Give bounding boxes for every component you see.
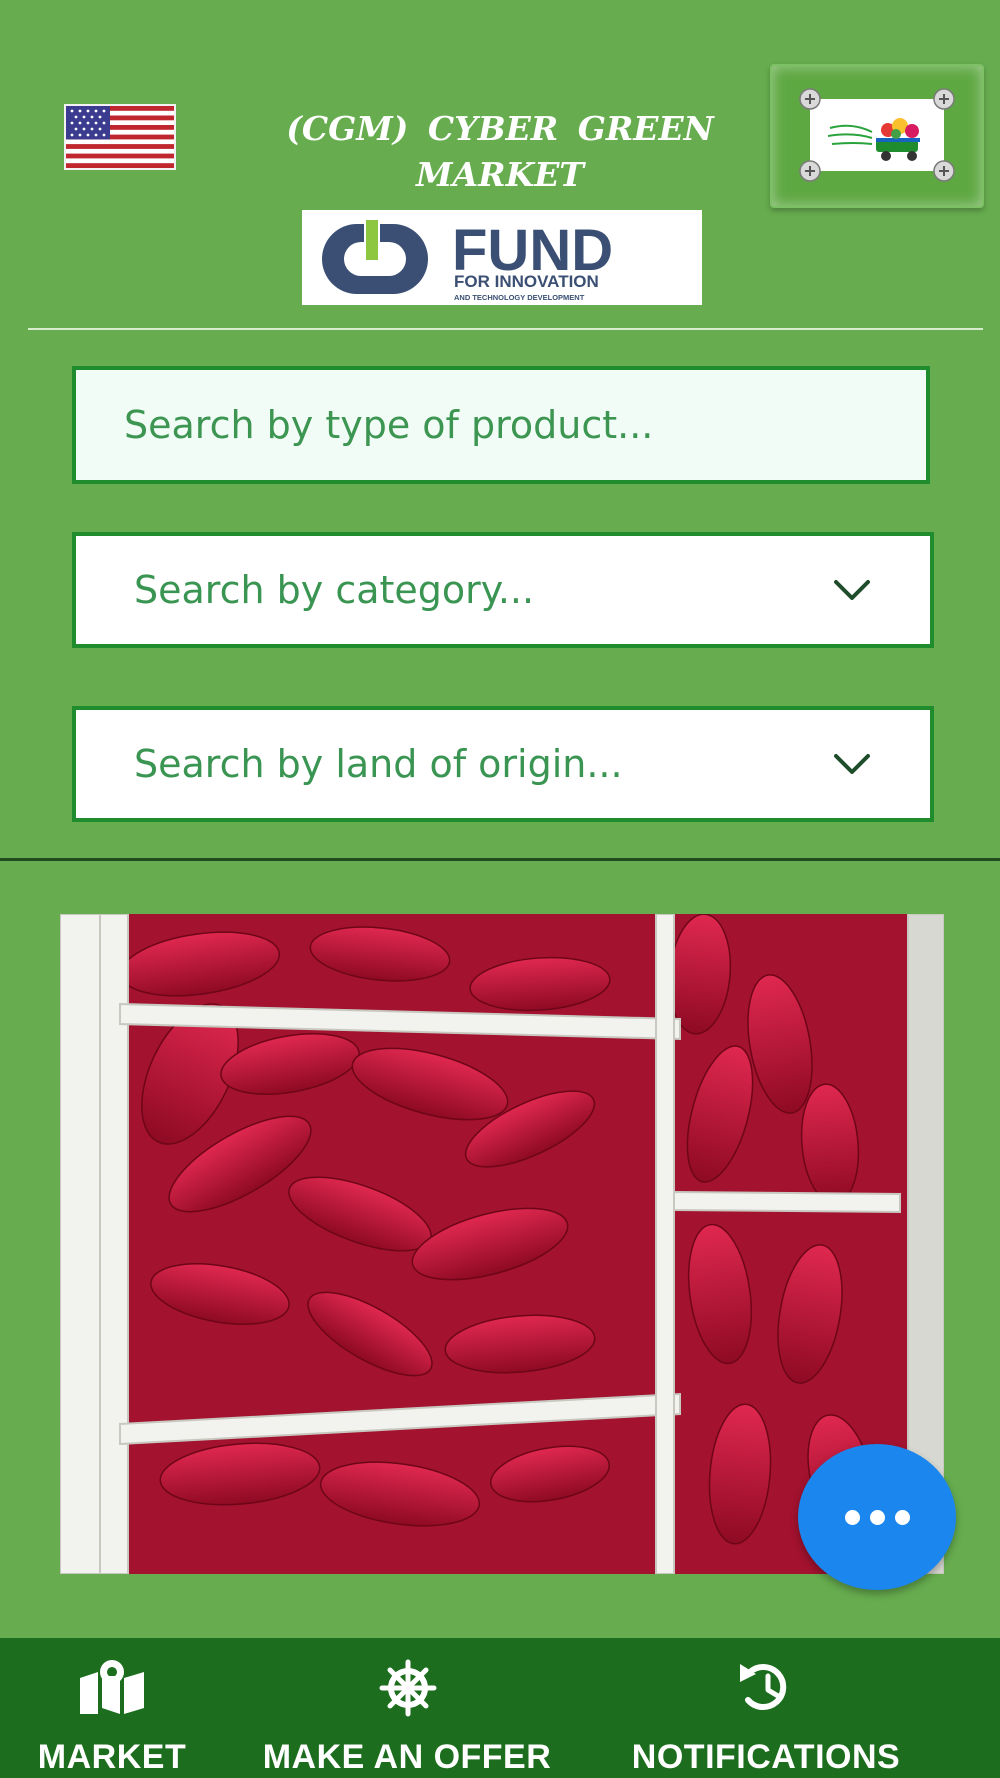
ship-wheel-icon	[379, 1659, 437, 1717]
category-select-placeholder: Search by category...	[134, 568, 535, 612]
header-divider	[28, 328, 983, 330]
fund-logo-subline2: AND TECHNOLOGY DEVELOPMENT	[454, 293, 585, 302]
origin-select-placeholder: Search by land of origin...	[134, 742, 623, 786]
app-title-line2: MARKET	[416, 155, 584, 194]
more-options-button[interactable]	[798, 1444, 956, 1590]
origin-select[interactable]: Search by land of origin...	[72, 706, 934, 822]
app-title-line1: (CGM) CYBER GREEN	[286, 109, 714, 148]
app-logo-button[interactable]	[770, 64, 984, 208]
bottom-nav: MARKET MAKE AN OFFER NOTIFICATIONS	[0, 1638, 1000, 1778]
fund-logo-graphic: FUND FOR INNOVATION AND TECHNOLOGY DEVEL…	[322, 218, 613, 302]
us-flag-icon[interactable]	[64, 104, 176, 170]
fund-logo: FUND FOR INNOVATION AND TECHNOLOGY DEVEL…	[302, 210, 702, 305]
map-icon	[80, 1660, 144, 1714]
more-dot-icon	[869, 1509, 885, 1525]
nav-item-notifications[interactable]: NOTIFICATIONS	[616, 1638, 916, 1778]
nav-label-market: MARKET	[37, 1738, 187, 1776]
product-search-input[interactable]	[122, 402, 926, 448]
more-dot-icon	[844, 1509, 860, 1525]
more-dot-icon	[894, 1509, 910, 1525]
nav-label-notifications: NOTIFICATIONS	[631, 1738, 901, 1776]
nav-label-make-offer: MAKE AN OFFER	[262, 1738, 552, 1776]
fund-logo-subline1: FOR INNOVATION	[454, 272, 599, 291]
chevron-down-icon	[834, 580, 870, 600]
nav-item-market[interactable]: MARKET	[20, 1638, 204, 1778]
history-icon	[740, 1664, 787, 1710]
chevron-down-icon	[834, 754, 870, 774]
section-divider	[0, 858, 1000, 861]
nav-item-make-offer[interactable]: MAKE AN OFFER	[246, 1638, 568, 1778]
us-flag-graphic	[66, 106, 174, 168]
product-search-field[interactable]	[72, 366, 930, 484]
app-title: (CGM) CYBER GREEN MARKET	[280, 106, 720, 198]
category-select[interactable]: Search by category...	[72, 532, 934, 648]
cyber-green-market-logo	[799, 88, 955, 182]
